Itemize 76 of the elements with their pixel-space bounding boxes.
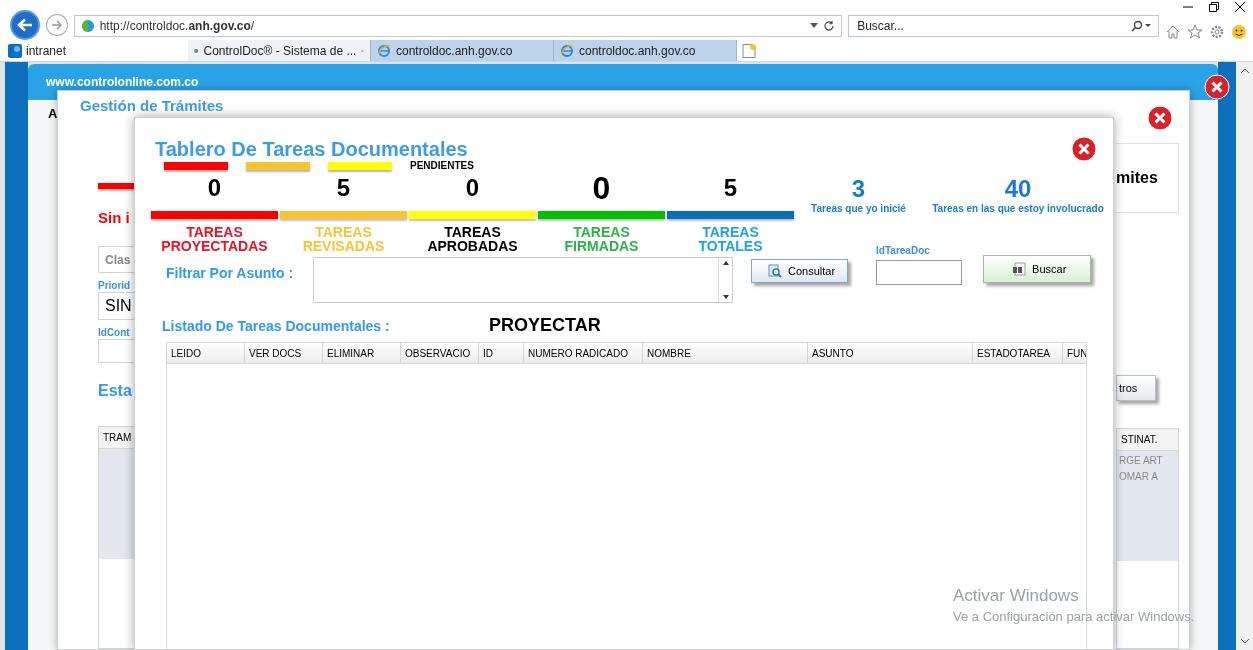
column-header[interactable]: VER DOCS	[245, 343, 323, 363]
activation-title: Activar Windows	[953, 586, 1080, 606]
table-cell-text: RGE ART	[1119, 455, 1164, 466]
search-icon[interactable]	[1130, 20, 1152, 32]
metric-count: 3	[851, 175, 866, 203]
scroll-up-icon[interactable]	[722, 261, 729, 265]
metric-label[interactable]: Tareas en las que estoy involucrado	[932, 203, 1104, 214]
field-label: Priorid	[98, 280, 132, 291]
site-address: www.controlonline.com.co	[46, 75, 199, 89]
column-header[interactable]: FUN	[1063, 343, 1086, 363]
card-title: mites	[1116, 169, 1158, 187]
metric-count: 40	[1004, 175, 1032, 203]
filter-button[interactable]: tros	[1116, 375, 1156, 401]
task-count: 0	[464, 173, 481, 203]
column-header[interactable]: ELIMINAR	[323, 343, 401, 363]
settings-icon[interactable]	[1209, 24, 1225, 40]
browser-tab[interactable]: controldoc.anh.gov.co	[554, 40, 737, 61]
column-header[interactable]: OBSERVACIO	[401, 343, 479, 363]
back-arrow-icon	[16, 18, 33, 32]
legend-label: PENDIENTES	[410, 160, 474, 171]
smiley-icon[interactable]	[1231, 24, 1247, 40]
favorites-link[interactable]: intranet	[0, 40, 188, 61]
column-header[interactable]: NUMERO RADICADO	[524, 343, 643, 363]
metric-label[interactable]: Tareas que yo inicié	[811, 203, 906, 214]
close-button[interactable]	[1147, 105, 1173, 131]
task-count: 0	[206, 173, 223, 203]
binoculars-icon	[1012, 262, 1027, 276]
column-header[interactable]: ID	[479, 343, 524, 363]
star-icon[interactable]	[1187, 24, 1203, 40]
alert-text: Sin i	[98, 209, 131, 226]
task-count: 5	[335, 173, 352, 203]
dialog-title: Gestión de Trámites	[80, 97, 224, 114]
field-label: IdTareaDoc	[876, 245, 931, 256]
consult-button[interactable]: Consultar	[751, 259, 849, 283]
status-label[interactable]: TAREAS PROYECTADAS	[161, 225, 268, 253]
field-label: IdCont	[98, 327, 131, 338]
tab-label[interactable]: A	[48, 106, 58, 121]
status-label[interactable]: TAREAS APROBADAS	[427, 225, 518, 253]
list-title: Listado De Tareas Documentales :	[162, 317, 391, 334]
task-count: 5	[722, 173, 739, 203]
scroll-up-icon[interactable]	[1239, 68, 1250, 74]
forward-arrow-icon	[50, 20, 63, 30]
column-header[interactable]: NOMBRE	[643, 343, 808, 363]
section-title: Esta	[98, 382, 133, 400]
column-header[interactable]: ESTADOTAREA	[973, 343, 1063, 363]
search-box[interactable]: Buscar...	[848, 15, 1159, 37]
table-header: STINAT.	[1117, 429, 1178, 451]
browser-e-icon	[560, 43, 574, 58]
table-cell-text: OMAR A	[1119, 471, 1159, 482]
close-button[interactable]	[1071, 136, 1097, 162]
column-header[interactable]: LEIDO	[167, 343, 245, 363]
list-mode: PROYECTAR	[489, 315, 601, 336]
browser-tab[interactable]: ControlDoc® - Sistema de ...	[188, 40, 371, 61]
scrollbar[interactable]	[1236, 62, 1253, 650]
search-button[interactable]: Buscar	[983, 255, 1092, 283]
restore-icon[interactable]	[1209, 2, 1219, 12]
column-header[interactable]: ASUNTO	[808, 343, 973, 363]
home-icon[interactable]	[1165, 24, 1181, 40]
site-logo-icon	[80, 19, 95, 33]
filter-label: Filtrar Por Asunto :	[166, 265, 295, 281]
browser-tab[interactable]: controldoc.anh.gov.co	[371, 40, 554, 61]
task-id-field[interactable]	[876, 260, 963, 285]
task-count: 0	[591, 171, 612, 205]
back-button[interactable]	[10, 10, 40, 40]
browser-e-icon	[377, 43, 391, 58]
sharepoint-icon	[8, 43, 22, 58]
scroll-down-icon[interactable]	[1239, 638, 1250, 644]
refresh-icon[interactable]	[823, 20, 836, 32]
address-bar[interactable]: http://controldoc.anh.gov.co/	[73, 15, 843, 37]
table-header: TRAM	[99, 427, 134, 449]
search-document-icon	[768, 264, 782, 278]
dialog-title: Tablero De Tareas Documentales	[155, 137, 468, 161]
new-tab-icon[interactable]	[741, 42, 757, 59]
dropdown-icon[interactable]	[810, 23, 819, 29]
scroll-down-icon[interactable]	[722, 295, 729, 299]
close-icon[interactable]	[1235, 2, 1245, 12]
